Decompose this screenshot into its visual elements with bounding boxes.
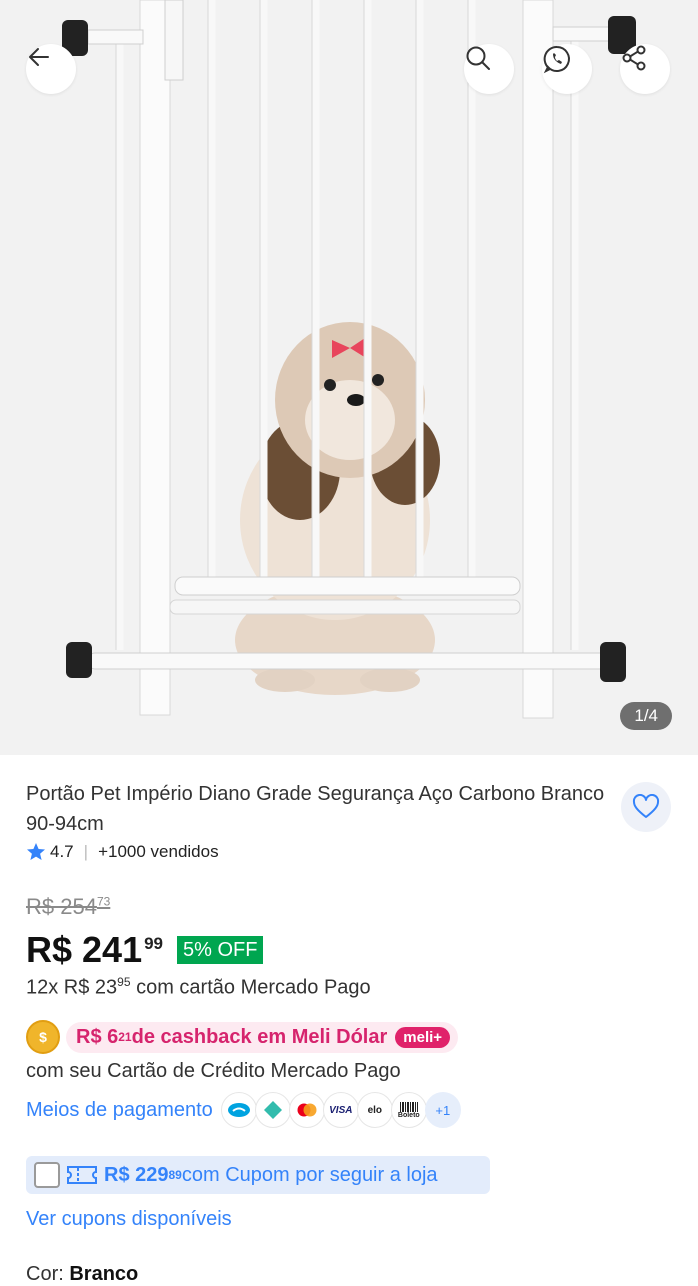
ticket-icon (67, 1166, 97, 1184)
cashback-subtext: com seu Cartão de Crédito Mercado Pago (26, 1060, 401, 1082)
payment-methods-row[interactable]: Meios de pagamento VISA elo Boleto +1 (26, 1092, 461, 1128)
elo-icon: elo (356, 1092, 393, 1128)
star-icon (27, 843, 45, 860)
color-variation[interactable]: Cor: Branco (26, 1263, 138, 1286)
visa-icon: VISA (322, 1092, 359, 1128)
pix-icon (254, 1092, 291, 1128)
whatsapp-button[interactable] (542, 44, 592, 94)
image-counter: 1/4 (620, 702, 672, 730)
divider: | (83, 842, 89, 861)
mercado-pago-icon (220, 1092, 257, 1128)
arrow-left-icon (29, 48, 49, 66)
installments-amount: 12x R$ 23 (26, 976, 118, 999)
see-coupons-link[interactable]: Ver cupons disponíveis (26, 1208, 232, 1231)
share-button[interactable] (620, 44, 670, 94)
rating-value: 4.7 (50, 842, 74, 861)
coupon-text: com Cupom por seguir a loja (181, 1163, 438, 1186)
coupon-checkbox[interactable] (34, 1162, 60, 1188)
pet-gate-dog-photo (62, 0, 636, 719)
installments-cents: 95 (117, 975, 131, 989)
boleto-icon: Boleto (390, 1092, 427, 1128)
price-value: R$ 241 (26, 929, 143, 970)
search-button[interactable] (464, 44, 514, 94)
original-price-value: R$ 254 (26, 894, 97, 919)
price-cents: 99 (144, 934, 164, 953)
share-icon (622, 45, 646, 71)
more-payment-methods[interactable]: +1 (424, 1092, 461, 1128)
cashback-cents: 21 (118, 1030, 132, 1044)
coupon-amount: R$ 229 (104, 1163, 169, 1186)
installments-info: 12x R$ 2395 com cartão Mercado Pago (26, 975, 371, 1000)
cashback-amount: R$ 6 (76, 1025, 119, 1048)
meli-dollar-coin-icon: $ (26, 1020, 60, 1054)
coupon-cents: 89 (168, 1168, 182, 1182)
coupon-banner[interactable]: R$ 229 89 com Cupom por seguir a loja (26, 1156, 490, 1194)
color-label: Cor: (26, 1263, 70, 1285)
meli-plus-badge: meli+ (395, 1026, 451, 1048)
cashback-row[interactable]: $ R$ 6 21 de cashback em Meli Dólar meli+ (26, 1020, 459, 1054)
cashback-text: de cashback em Meli Dólar (131, 1025, 388, 1048)
favorite-button[interactable] (621, 782, 671, 832)
heart-icon (632, 794, 660, 818)
boleto-label: Boleto (397, 1111, 420, 1119)
product-title: Portão Pet Império Diano Grade Segurança… (26, 783, 605, 835)
current-price: R$ 241 99 5% OFF (26, 928, 264, 972)
discount-badge: 5% OFF (177, 936, 264, 964)
search-icon (466, 46, 490, 70)
original-price: R$ 25473 (26, 894, 110, 920)
whatsapp-icon (543, 45, 570, 74)
color-value: Branco (69, 1263, 139, 1285)
product-image-gallery[interactable]: 1/4 (0, 0, 698, 755)
cashback-pill: R$ 6 21 de cashback em Meli Dólar meli+ (66, 1021, 459, 1053)
installments-suffix: com cartão Mercado Pago (130, 976, 371, 999)
back-button[interactable] (26, 44, 76, 94)
original-price-cents: 73 (96, 894, 111, 909)
rating-summary[interactable]: 4.7 | +1000 vendidos (26, 842, 219, 862)
mastercard-icon (288, 1092, 325, 1128)
payment-methods-link[interactable]: Meios de pagamento (26, 1099, 213, 1122)
sold-count: +1000 vendidos (98, 842, 219, 861)
